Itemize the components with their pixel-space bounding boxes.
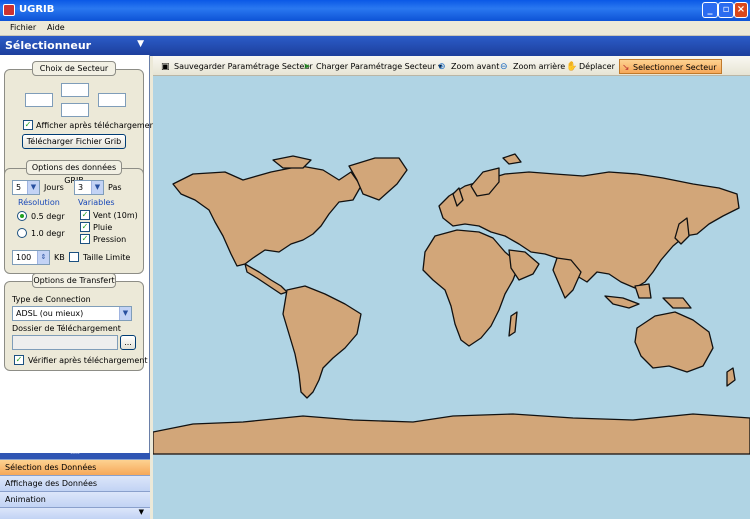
north-america-shape (172, 165, 362, 267)
collapse-icon[interactable]: ▼ (137, 39, 144, 49)
nav-animation[interactable]: Animation (0, 491, 150, 507)
west-lon-field[interactable] (25, 93, 53, 107)
minimize-icon[interactable]: _ (702, 2, 718, 18)
size-limit-checkbox[interactable]: ✓ (69, 252, 79, 262)
wind-checkbox[interactable]: ✓ (80, 210, 90, 220)
transfer-options-group: Options de Transfert Type de Connection … (4, 273, 148, 371)
download-folder-label: Dossier de Téléchargement (12, 324, 121, 333)
resolution-10-label: 1.0 degr (31, 229, 65, 238)
app-icon (3, 4, 15, 16)
zoom-out-button[interactable]: ⊖ Zoom arrière (500, 59, 565, 74)
variables-label: Variables (78, 198, 115, 207)
load-sector-button[interactable]: ➤ Charger Paramétrage Secteur ▾ (303, 59, 442, 74)
nav-data-display[interactable]: Affichage des Données (0, 475, 150, 491)
menu-file[interactable]: Fichier (10, 23, 36, 32)
east-lon-field[interactable] (98, 93, 126, 107)
days-label: Jours (44, 183, 64, 192)
toolbar: ▣ Sauvegarder Paramétrage Secteur ➤ Charge… (153, 56, 750, 76)
rain-label: Pluie (93, 223, 113, 232)
window-title: UGRIB (19, 4, 55, 15)
arctic-islands-shape (272, 155, 312, 169)
content-header-strip (150, 36, 750, 56)
pressure-label: Pression (93, 235, 127, 244)
size-limit-stepper[interactable]: 100 ⇕ (12, 250, 50, 265)
menu-bar: Fichier Aide (0, 21, 750, 36)
load-icon: ➤ (303, 62, 311, 72)
resolution-10-radio[interactable] (17, 228, 27, 238)
days-select[interactable]: 5 ▼ (12, 180, 40, 195)
show-after-download-label: Afficher après téléchargement (36, 121, 158, 130)
new-zealand-shape (726, 367, 736, 387)
maximize-icon[interactable]: ▫ (718, 2, 734, 18)
zoom-out-icon: ⊖ (500, 62, 508, 72)
save-sector-button[interactable]: ▣ Sauvegarder Paramétrage Secteur (161, 59, 313, 74)
nav-more-chevron-icon[interactable]: ▼ (0, 507, 150, 519)
download-grib-button[interactable]: Télécharger Fichier Grib (22, 134, 126, 149)
south-lat-field[interactable] (61, 103, 89, 117)
close-icon[interactable]: × (734, 2, 748, 18)
sector-group-title: Choix de Secteur (32, 61, 116, 76)
size-unit-label: KB (54, 253, 65, 262)
resolution-05-radio[interactable] (17, 211, 27, 221)
download-folder-field[interactable] (12, 335, 118, 350)
connection-type-label: Type de Connection (12, 295, 91, 304)
title-bar: UGRIB _ ▫ × (0, 0, 750, 21)
resolution-label: Résolution (18, 198, 60, 207)
madagascar-shape (508, 311, 518, 337)
borneo-shape (634, 283, 652, 299)
verify-after-checkbox[interactable]: ✓ (14, 355, 24, 365)
zoom-in-button[interactable]: ⊕ Zoom avant (438, 59, 499, 74)
sidebar-header: Sélectionneur ▼ (0, 36, 150, 55)
greenland-shape (348, 157, 408, 201)
verify-after-label: Vérifier après téléchargement (28, 356, 148, 365)
menu-help[interactable]: Aide (47, 23, 65, 32)
indonesia-shape (604, 295, 640, 309)
show-after-download-checkbox[interactable]: ✓ (23, 120, 33, 130)
bottom-panel (153, 454, 750, 519)
antarctica-shape (153, 413, 750, 454)
north-lat-field[interactable] (61, 83, 89, 97)
south-america-shape (282, 285, 362, 399)
move-button[interactable]: ✋ Déplacer (566, 59, 615, 74)
wind-label: Vent (10m) (93, 211, 138, 220)
select-sector-button[interactable]: ↘ Selectionner Secteur (619, 59, 722, 74)
pressure-checkbox[interactable]: ✓ (80, 234, 90, 244)
zoom-in-icon: ⊕ (438, 62, 446, 72)
size-limit-label: Taille Limite (83, 253, 131, 262)
grib-options-group: Options des données GRIB 5▼ Jours 3▼ Pas… (4, 160, 144, 274)
world-map-canvas (153, 153, 750, 454)
central-america-shape (244, 263, 288, 295)
australia-shape (634, 311, 714, 373)
rain-checkbox[interactable]: ✓ (80, 222, 90, 232)
select-icon: ↘ (622, 63, 630, 73)
step-label: Pas (108, 183, 122, 192)
nav-data-selection[interactable]: Sélection des Données (0, 459, 150, 475)
grib-options-title: Options des données GRIB (26, 160, 122, 185)
resolution-05-label: 0.5 degr (31, 212, 65, 221)
new-guinea-shape (662, 297, 692, 309)
save-icon: ▣ (161, 62, 170, 72)
sidebar: Sélectionneur ▼ Choix de Secteur ✓ Affic… (0, 36, 158, 519)
browse-button[interactable]: ... (120, 335, 136, 350)
connection-type-select[interactable]: ADSL (ou mieux) ▼ (12, 306, 132, 321)
hand-icon: ✋ (566, 62, 578, 72)
world-map[interactable] (153, 76, 750, 454)
svalbard-shape (502, 153, 522, 165)
transfer-options-title: Options de Transfert (32, 273, 116, 288)
step-select[interactable]: 3 ▼ (74, 180, 104, 195)
africa-shape (422, 229, 520, 347)
sidebar-title: Sélectionneur (5, 39, 92, 52)
